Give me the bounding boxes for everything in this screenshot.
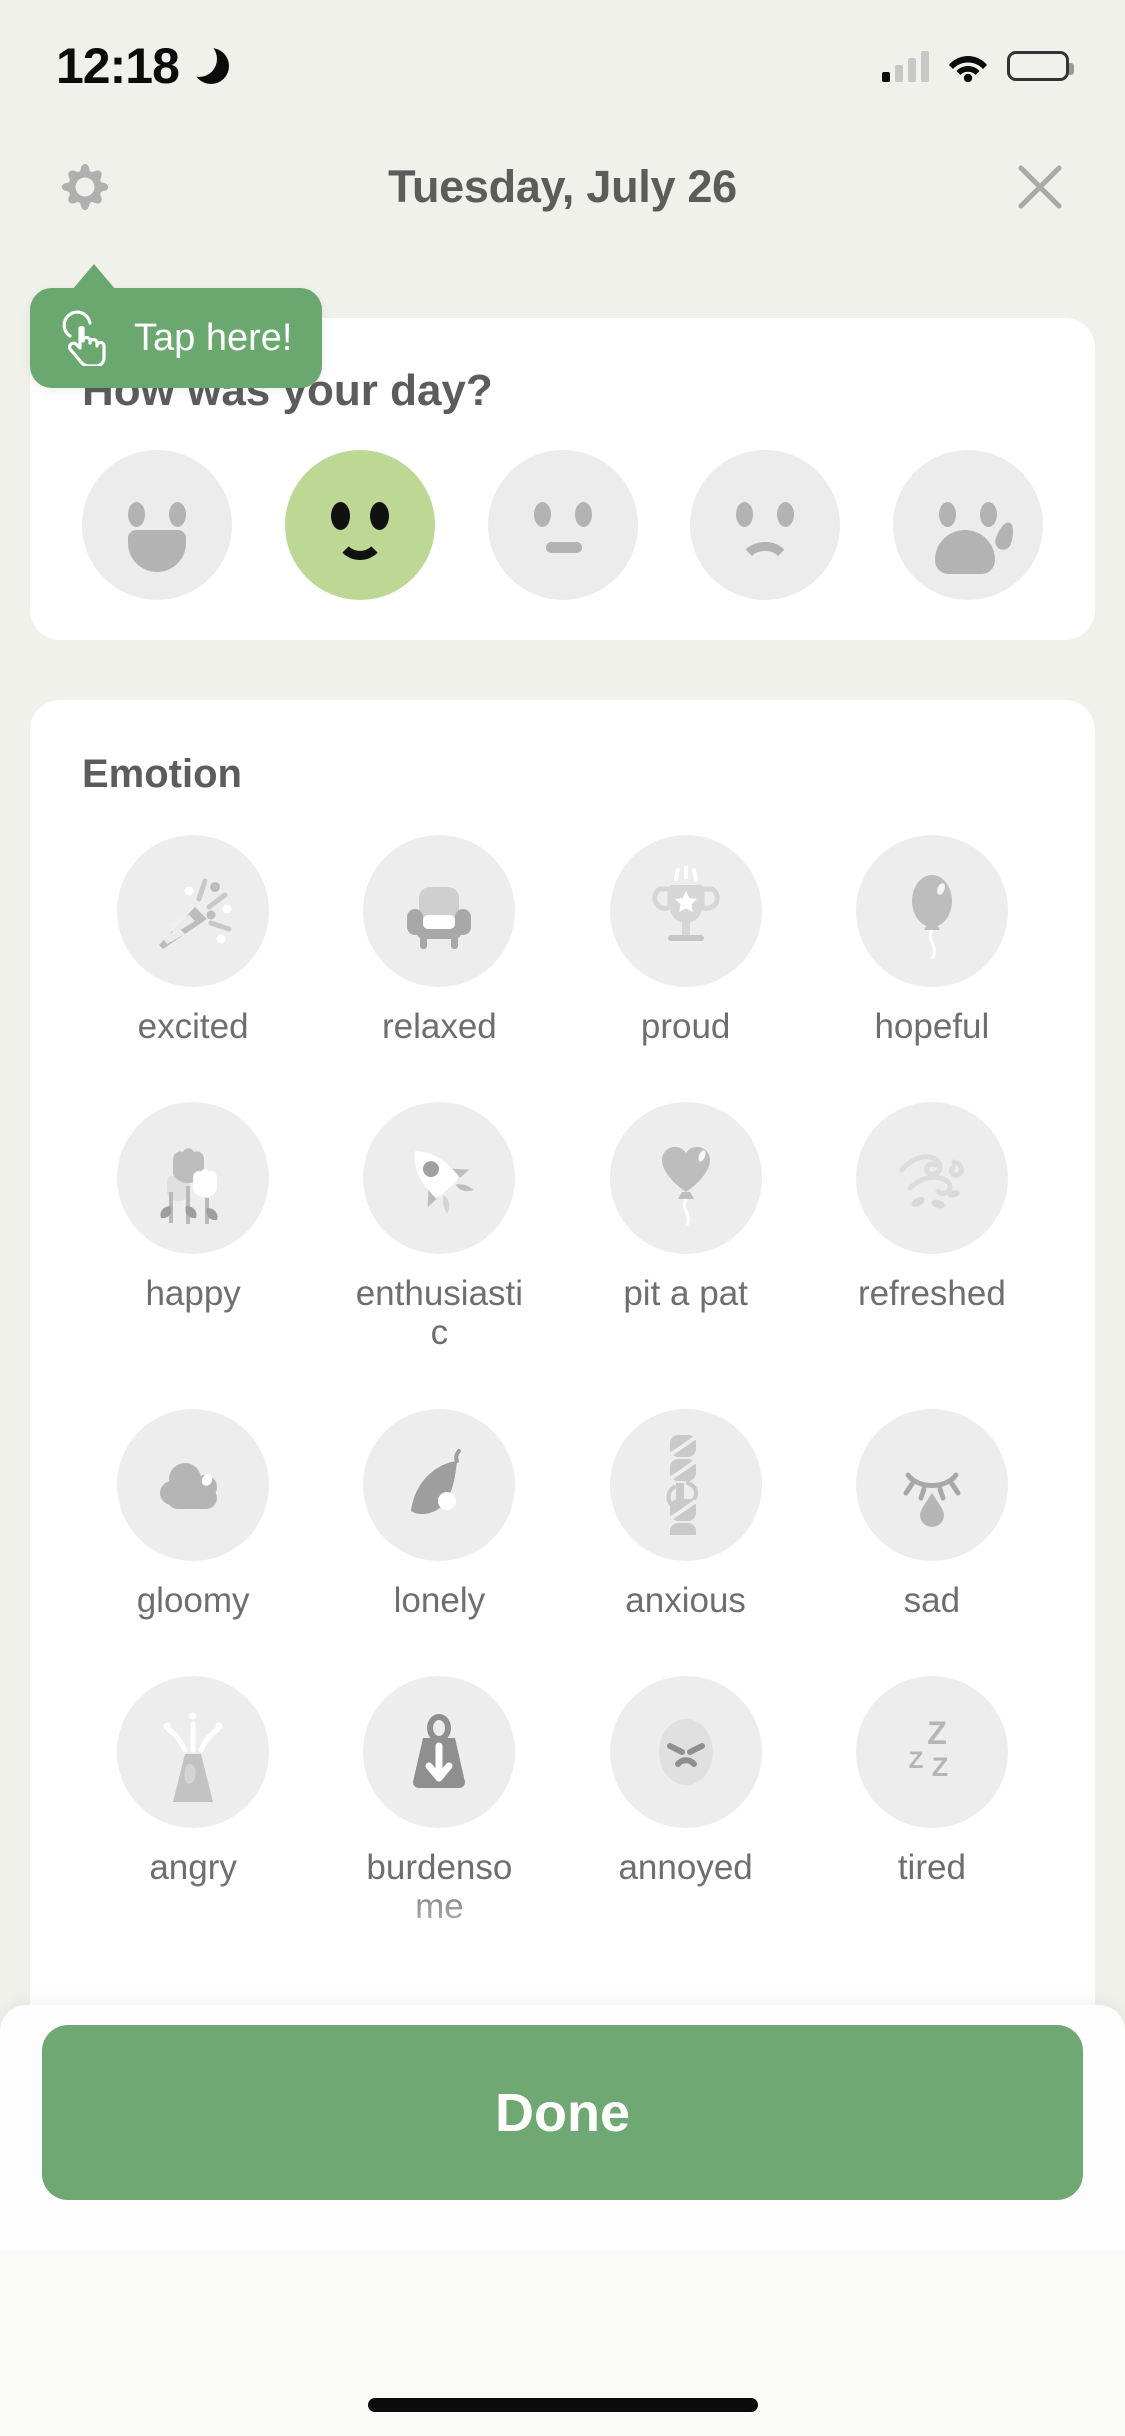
emotion-label: lonely: [393, 1580, 486, 1620]
teardrop-eye-icon: [855, 1408, 1008, 1561]
emotion-label: excited: [137, 1007, 249, 1046]
moon-icon: [180, 41, 229, 84]
status-bar-left: 12:18: [56, 37, 229, 95]
emotion-label: anxious: [625, 1580, 746, 1620]
close-x-icon[interactable]: [1003, 150, 1077, 224]
cellular-signal-icon: [882, 50, 929, 82]
tap-hand-icon: [56, 310, 112, 366]
emotion-item-sad[interactable]: sad: [809, 1408, 1055, 1620]
mood-face-row: [70, 450, 1055, 600]
mood-face-happy[interactable]: [284, 450, 435, 600]
heart-balloon-icon: [609, 1102, 762, 1255]
cloud-icon: [117, 1408, 270, 1561]
emotion-item-hopeful[interactable]: hopeful: [809, 835, 1055, 1046]
trophy-icon: [609, 835, 762, 987]
tulips-icon: [117, 1102, 270, 1255]
mood-face-crying[interactable]: [893, 450, 1043, 600]
emotion-label: enthusiastic: [355, 1274, 524, 1353]
svg-text:Z: Z: [927, 1715, 947, 1751]
emotion-grid: excited relaxed proud hopeful happy enth…: [70, 835, 1055, 1926]
emotion-item-tired[interactable]: Z Z Z tired: [809, 1675, 1055, 1926]
svg-text:Z: Z: [932, 1752, 949, 1782]
emotion-label: burdensome: [366, 1847, 513, 1926]
emotion-item-lonely[interactable]: lonely: [316, 1408, 562, 1620]
emotion-label: gloomy: [136, 1580, 250, 1620]
emotion-heading: Emotion: [82, 752, 242, 796]
status-time: 12:18: [56, 38, 180, 94]
mood-face-neutral[interactable]: [487, 450, 638, 600]
emotion-label: sad: [903, 1580, 961, 1620]
emotion-label: annoyed: [618, 1847, 753, 1887]
emotion-item-relaxed[interactable]: relaxed: [316, 835, 562, 1046]
home-indicator: [367, 2398, 758, 2412]
armchair-icon: [363, 835, 516, 987]
page-title: Tuesday, July 26: [388, 161, 737, 212]
emotion-item-anxious[interactable]: anxious: [563, 1408, 809, 1620]
emotion-item-pit-a-pat[interactable]: pit a pat: [563, 1102, 809, 1352]
mood-face-sad[interactable]: [690, 450, 841, 600]
emotion-card: Emotion excited relaxed proud hopeful ha…: [30, 700, 1095, 2010]
emotion-label: happy: [145, 1274, 241, 1314]
tap-here-tooltip[interactable]: Tap here!: [30, 264, 323, 388]
emotion-label: tired: [897, 1847, 966, 1887]
emotion-item-gloomy[interactable]: gloomy: [70, 1408, 316, 1620]
wifi-icon: [947, 50, 989, 82]
weight-icon: [363, 1675, 516, 1828]
emotion-item-happy[interactable]: happy: [70, 1102, 316, 1352]
mood-face-very-happy[interactable]: [82, 450, 232, 600]
emotion-item-excited[interactable]: excited: [70, 835, 316, 1046]
status-bar-right: [882, 50, 1074, 82]
leaf-icon: [363, 1408, 516, 1561]
emotion-item-angry[interactable]: angry: [70, 1675, 316, 1926]
emotion-item-enthusiastic[interactable]: enthusiastic: [316, 1102, 562, 1352]
gear-icon[interactable]: [48, 150, 122, 224]
volcano-icon: [117, 1675, 270, 1828]
rocket-icon: [363, 1102, 516, 1255]
twisted-rope-icon: [609, 1408, 762, 1561]
emotion-item-annoyed[interactable]: annoyed: [563, 1675, 809, 1926]
svg-text:Z: Z: [909, 1747, 924, 1774]
status-bar: 12:18: [0, 0, 1125, 132]
party-popper-icon: [117, 835, 270, 987]
emotion-item-refreshed[interactable]: refreshed: [809, 1102, 1055, 1352]
emotion-label: refreshed: [857, 1274, 1006, 1314]
emotion-label: pit a pat: [623, 1274, 748, 1314]
app-header: Tuesday, July 26: [0, 132, 1125, 242]
tooltip-label: Tap here!: [134, 316, 293, 359]
emotion-item-proud[interactable]: proud: [563, 835, 809, 1046]
zzz-icon: Z Z Z: [855, 1675, 1008, 1828]
emotion-label: hopeful: [874, 1007, 990, 1046]
emotion-label: proud: [640, 1007, 731, 1046]
battery-icon: [1007, 51, 1074, 81]
emotion-label: angry: [149, 1847, 237, 1887]
emotion-label: relaxed: [381, 1007, 497, 1046]
breeze-icon: [855, 1102, 1008, 1255]
balloon-icon: [855, 835, 1008, 987]
annoyed-face-icon: [609, 1675, 762, 1828]
done-button[interactable]: Done: [42, 2025, 1083, 2200]
emotion-item-burdensome[interactable]: burdensome: [316, 1675, 562, 1926]
